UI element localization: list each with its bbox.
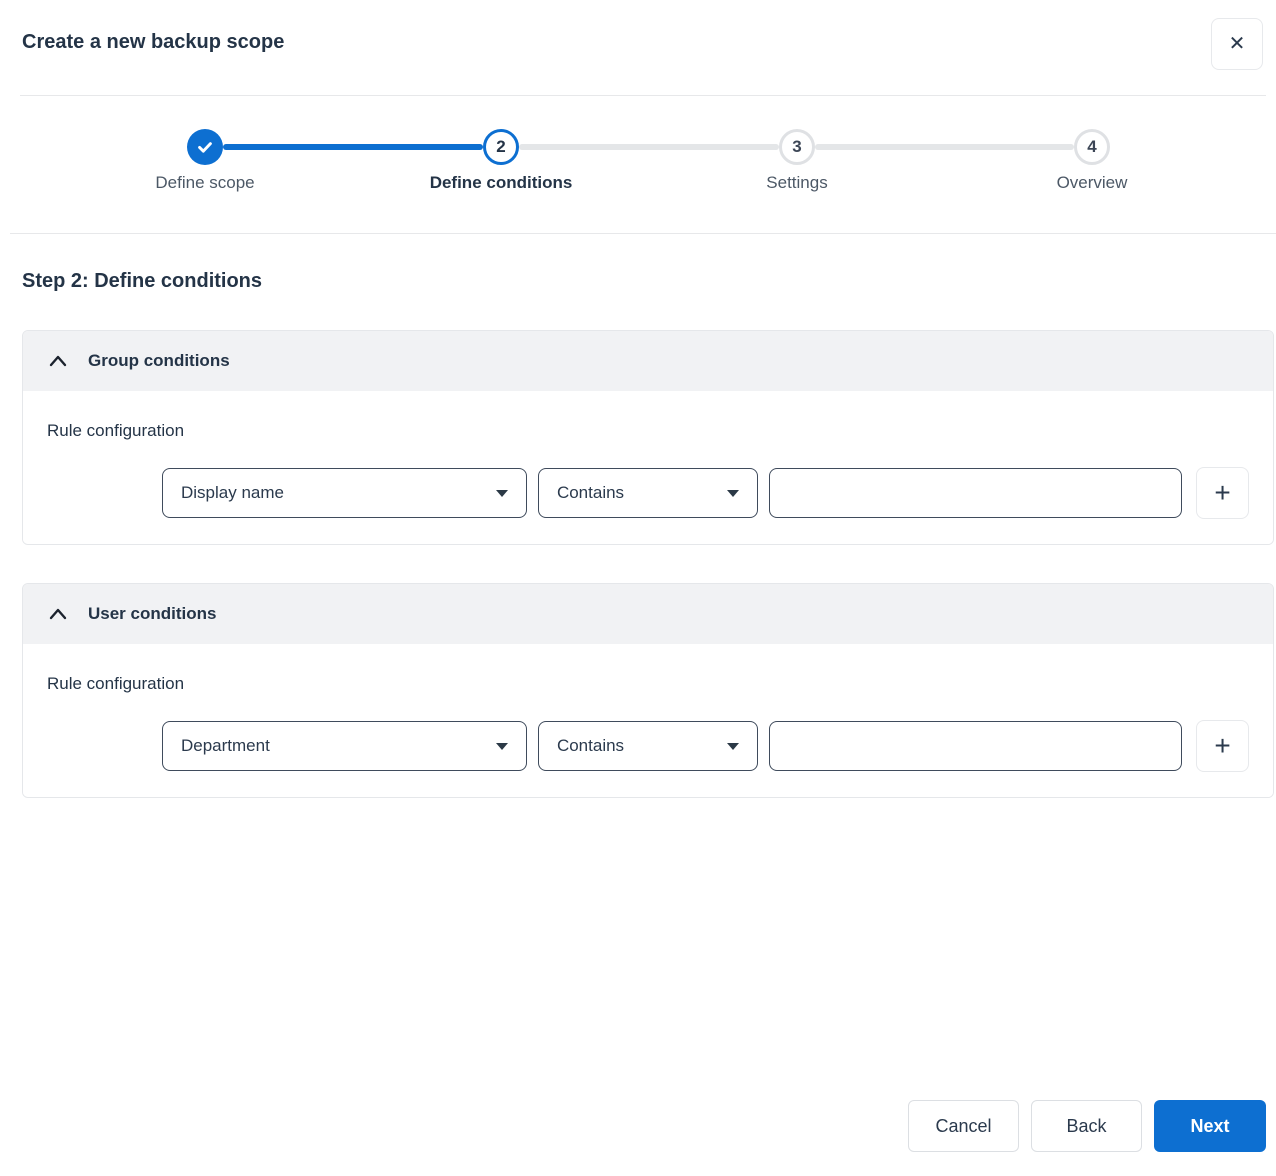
close-button[interactable]: ✕: [1211, 18, 1263, 70]
stepper-divider: [10, 233, 1276, 234]
chevron-down-icon: [727, 742, 740, 750]
dialog-title: Create a new backup scope: [22, 31, 285, 53]
stepper-connector-todo: [815, 144, 1074, 150]
attribute-select[interactable]: Department: [162, 721, 527, 771]
step-heading: Step 2: Define conditions: [22, 270, 263, 292]
plus-icon: +: [1214, 477, 1231, 508]
step-circle-settings[interactable]: 3: [779, 129, 815, 165]
group-conditions-section: Group conditions Rule configuration Disp…: [22, 330, 1274, 545]
chevron-down-icon: [495, 742, 508, 750]
step-circle-overview[interactable]: 4: [1074, 129, 1110, 165]
operator-select-value: Contains: [556, 736, 625, 755]
wizard-stepper: 2 3 4 Define scope Define conditions Set…: [0, 96, 1276, 233]
dialog-body: Step 2: Define conditions Group conditio…: [0, 270, 1276, 798]
step-circle-define-conditions[interactable]: 2: [483, 129, 519, 165]
step-label-define-conditions: Define conditions: [429, 173, 573, 192]
step-number: 2: [496, 137, 506, 156]
stepper-connector-todo: [519, 144, 779, 150]
user-conditions-section: User conditions Rule configuration Depar…: [22, 583, 1274, 798]
operator-select[interactable]: Contains: [537, 721, 759, 771]
condition-value-input[interactable]: [769, 721, 1183, 771]
rule-configuration-label: Rule configuration: [47, 421, 185, 440]
dialog-header: Create a new backup scope ✕: [0, 0, 1276, 95]
rule-configuration-label: Rule configuration: [47, 674, 185, 693]
step-number: 4: [1087, 137, 1097, 156]
backup-scope-dialog: { "dialog": { "title": "Create a new bac…: [0, 0, 1276, 1176]
user-conditions-body: Rule configuration Department Contains +: [23, 644, 1273, 797]
condition-value-input[interactable]: [769, 468, 1183, 518]
rule-row: Display name Contains +: [162, 467, 1250, 519]
back-button[interactable]: Back: [1031, 1100, 1142, 1152]
step-circle-define-scope[interactable]: [187, 129, 223, 165]
section-title: User conditions: [88, 604, 217, 623]
next-button[interactable]: Next: [1154, 1100, 1266, 1152]
add-condition-button[interactable]: +: [1196, 467, 1250, 519]
user-conditions-header[interactable]: User conditions: [23, 584, 1273, 644]
attribute-select-value: Department: [181, 736, 270, 755]
attribute-select-value: Display name: [181, 483, 284, 502]
chevron-down-icon: [727, 489, 740, 497]
close-icon: ✕: [1228, 33, 1246, 55]
operator-select-value: Contains: [556, 483, 625, 502]
cancel-button[interactable]: Cancel: [908, 1100, 1019, 1152]
dialog-footer: Cancel Back Next: [908, 1100, 1266, 1152]
step-label-overview: Overview: [1056, 173, 1128, 192]
step-label-define-scope: Define scope: [155, 173, 255, 192]
add-condition-button[interactable]: +: [1196, 720, 1250, 772]
check-icon: [195, 137, 215, 157]
chevron-up-icon: [48, 353, 68, 369]
operator-select[interactable]: Contains: [537, 468, 759, 518]
step-label-settings: Settings: [766, 173, 828, 192]
group-conditions-header[interactable]: Group conditions: [23, 331, 1273, 391]
plus-icon: +: [1214, 730, 1231, 761]
chevron-down-icon: [495, 489, 508, 497]
group-conditions-body: Rule configuration Display name Contains…: [23, 391, 1273, 544]
section-title: Group conditions: [88, 351, 230, 370]
stepper-connector-done: [223, 144, 483, 150]
chevron-up-icon: [48, 606, 68, 622]
attribute-select[interactable]: Display name: [162, 468, 527, 518]
rule-row: Department Contains +: [162, 720, 1250, 772]
step-number: 3: [792, 137, 802, 156]
